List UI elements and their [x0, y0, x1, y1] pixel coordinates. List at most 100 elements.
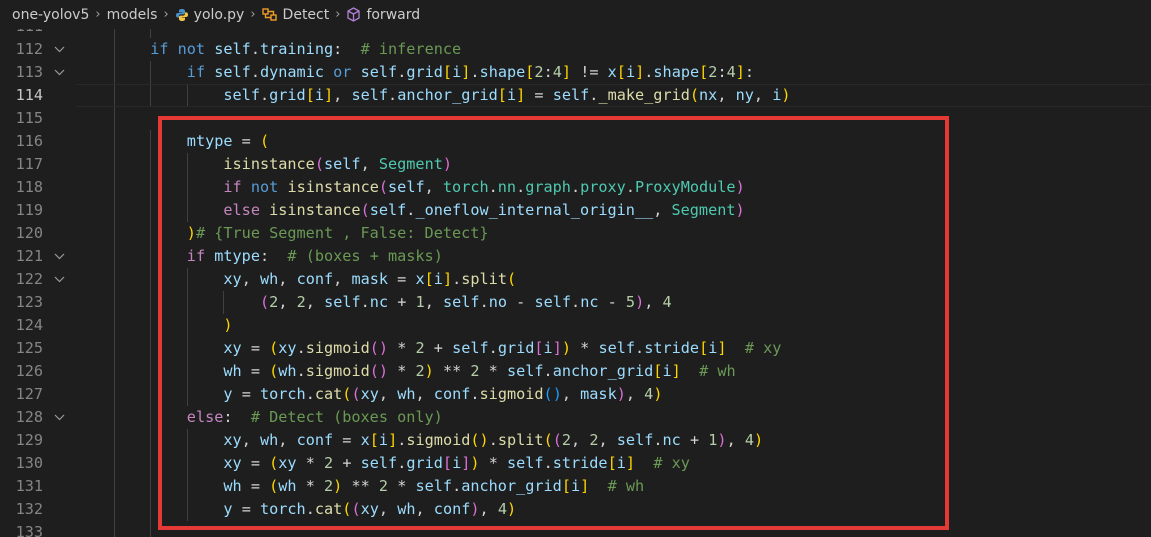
code-token: [ [442, 63, 453, 81]
code-text: isinstance(self, Segment) [223, 153, 452, 176]
code-token: grid [269, 86, 306, 104]
code-token: torch [442, 178, 489, 196]
code-token: torch [259, 385, 306, 403]
code-token: = [232, 500, 260, 518]
line-number: 133 [15, 523, 43, 537]
line-number: 122 [15, 270, 43, 288]
code-line[interactable]: 128 else: # Detect (boxes only) [0, 406, 1151, 429]
code-token: 4 [644, 385, 654, 403]
code-token: 2 [415, 362, 425, 380]
code-token: [ [442, 454, 453, 472]
indent-guide [186, 268, 188, 291]
code-line[interactable]: 118 if not isinstance(self, torch.nn.grap… [0, 176, 1151, 199]
breadcrumb-label: models [106, 6, 158, 23]
code-token: ny [735, 86, 754, 104]
code-line[interactable]: 113 if self.dynamic or self.grid[i].shape… [0, 61, 1151, 84]
indent-guide [113, 314, 115, 337]
code-token: _oneflow_internal_origin__ [415, 201, 654, 219]
indent-guide [113, 291, 115, 314]
code-line[interactable]: 122 xy, wh, conf, mask = x[i].split( [0, 268, 1151, 291]
chevron-down-icon[interactable] [52, 38, 66, 61]
code-token: , [653, 201, 672, 219]
code-token: 1 [415, 293, 425, 311]
code-line[interactable]: 125 xy = (xy.sigmoid() * 2 + self.grid[i]… [0, 337, 1151, 360]
code-token: self [506, 362, 544, 380]
code-token: ] [442, 270, 453, 288]
code-token: mask [580, 385, 617, 403]
code-line[interactable]: 121 if mtype: # (boxes + masks) [0, 245, 1151, 268]
code-token: = [232, 132, 260, 150]
code-token: xy [360, 500, 379, 518]
code-token: 2 [269, 293, 279, 311]
code-line[interactable]: 131 wh = (wh * 2) ** 2 * self.anchor_grid… [0, 475, 1151, 498]
chevron-down-icon[interactable] [52, 268, 66, 291]
code-text: if self.dynamic or self.grid[i].shape[2:… [187, 61, 754, 84]
code-token: = [241, 454, 270, 472]
indent-guide [150, 429, 152, 452]
code-token: self [616, 431, 654, 449]
code-line[interactable]: 133 [0, 521, 1151, 537]
indent-guide [186, 314, 188, 337]
code-token: ] [516, 86, 526, 104]
code-token: y [223, 500, 233, 518]
code-line[interactable]: 126 wh = (wh.sigmoid() * 2) ** 2 * self.a… [0, 360, 1151, 383]
code-token: not [250, 178, 279, 196]
chevron-down-icon[interactable] [52, 406, 66, 429]
code-token: ] [625, 454, 636, 472]
code-line[interactable]: 132 y = torch.cat((xy, wh, conf), 4) [0, 498, 1151, 521]
code-token: 4 [497, 500, 507, 518]
code-token: # wh [607, 477, 645, 495]
code-token: . [470, 63, 480, 81]
breadcrumb-item-file[interactable]: yolo.py [175, 7, 244, 23]
indent-guide [150, 291, 152, 314]
code-token: ** [433, 362, 471, 380]
indent-guide [150, 268, 152, 291]
chevron-right-icon: › [95, 7, 101, 22]
chevron-down-icon[interactable] [52, 61, 66, 84]
code-token: cat [314, 500, 343, 518]
indent-guide [150, 406, 152, 429]
code-editor[interactable]: 111112if not self.training: # inference1… [0, 29, 1151, 537]
code-line[interactable]: 114 self.grid[i], self.anchor_grid[i] = s… [0, 84, 1151, 107]
indent-guide [113, 360, 115, 383]
code-token: conf [433, 500, 471, 518]
breadcrumb-item-project[interactable]: one-yolov5 [12, 7, 89, 23]
code-token: ] [671, 362, 681, 380]
code-token: wh [259, 270, 279, 288]
indent-guide [150, 199, 152, 222]
code-line[interactable]: 127 y = torch.cat((xy, wh, conf.sigmoid()… [0, 383, 1151, 406]
code-line[interactable]: 123 (2, 2, self.nc + 1, self.no - self.nc… [0, 291, 1151, 314]
indent-guide [113, 153, 115, 176]
code-token: no [488, 293, 508, 311]
code-token: ( [351, 500, 361, 518]
code-line[interactable]: 117 isinstance(self, Segment) [0, 153, 1151, 176]
code-token: : [259, 247, 288, 265]
code-token: nc [662, 431, 681, 449]
chevron-down-icon[interactable] [52, 245, 66, 268]
code-line[interactable]: 116 mtype = ( [0, 130, 1151, 153]
breadcrumb-item-method[interactable]: forward [346, 7, 420, 23]
breadcrumb-item-folder[interactable]: models [107, 7, 158, 23]
code-text: (2, 2, self.nc + 1, self.no - self.nc - … [260, 291, 672, 314]
code-line[interactable]: 112 if not self.training: # inference [0, 38, 1151, 61]
code-token: . [479, 293, 489, 311]
code-token: * [388, 362, 416, 380]
code-line[interactable]: 129 xy, wh, conf = x[i].sigmoid().split((… [0, 429, 1151, 452]
code-line[interactable]: 130 xy = (xy * 2 + self.grid[i]) * self.s… [0, 452, 1151, 475]
indent-guide [113, 222, 115, 245]
indent-guide [113, 383, 115, 406]
code-token: self [388, 178, 425, 196]
code-token: sigmoid [479, 385, 544, 403]
code-line[interactable]: 124) [0, 314, 1151, 337]
code-line[interactable]: 119 else isinstance(self._oneflow_interna… [0, 199, 1151, 222]
breadcrumb-item-class[interactable]: Detect [261, 7, 329, 23]
code-line[interactable]: 111 [0, 29, 1151, 38]
code-line[interactable]: 115 [0, 107, 1151, 130]
code-token: ] [735, 63, 745, 81]
code-token: ] [635, 63, 645, 81]
indent-guide [113, 429, 115, 452]
line-number: 118 [15, 178, 43, 196]
code-line[interactable]: 120)# {True Segment , False: Detect} [0, 222, 1151, 245]
